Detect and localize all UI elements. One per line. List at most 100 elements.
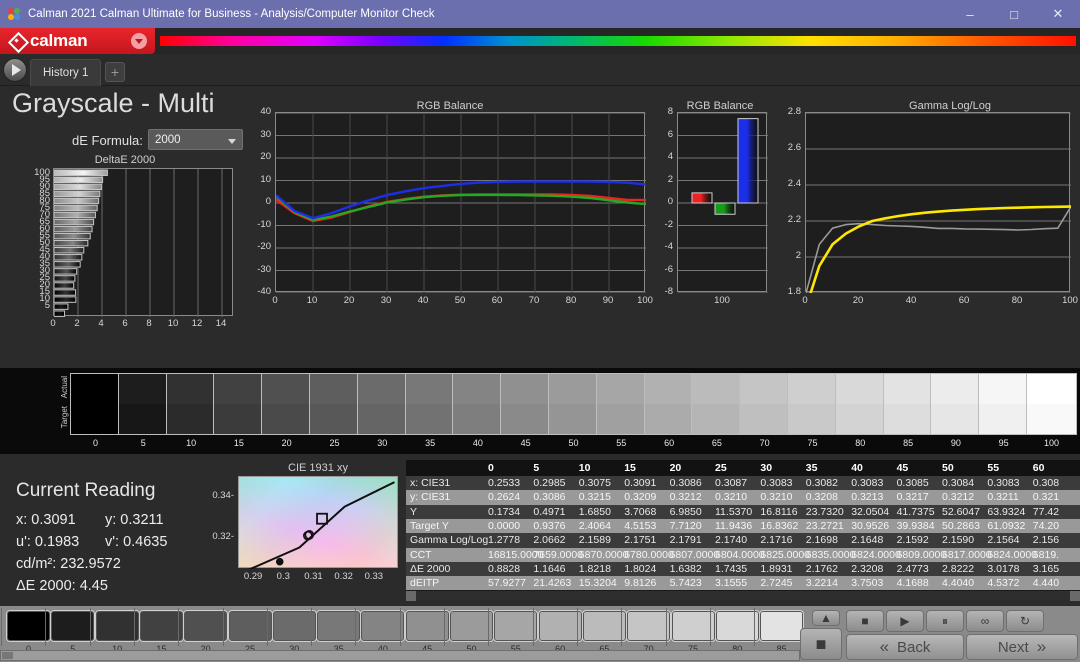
patch-button-40[interactable] [360,610,406,642]
patch-separator [266,608,268,646]
table-cell: 61.0932 [987,519,1026,532]
window-title: Calman 2021 Calman Ultimate for Business… [28,8,435,20]
patch-button-10[interactable] [94,610,140,642]
patch-button-85[interactable] [759,610,805,642]
chevron-down-icon[interactable] [131,33,147,49]
table-cell: 6825.0000 [760,548,811,561]
table-cell: 1.6382 [669,562,702,575]
deltae-xtick-0: 0 [50,318,56,329]
table-cell: 0.2985 [533,477,566,489]
patch-scrollbar[interactable] [0,650,800,661]
tab-history-1[interactable]: History 1 [30,59,102,86]
patch-button-30[interactable] [271,610,317,642]
chart-title-rgb-balance-bar: RGB Balance [686,100,754,112]
close-button[interactable]: ✕ [1036,0,1080,28]
patch-swatch-50 [548,373,599,435]
patch-button-80[interactable] [714,610,760,642]
patch-label-40: 40 [472,438,483,448]
patch-button-60[interactable] [537,610,583,642]
back-button[interactable]: « Back [846,634,964,660]
stop-button[interactable]: ■ [846,610,884,632]
table-row: CCT 16815.0000 7659.0000 6870.0000 6780.0000… [406,547,1080,563]
patch-button-35[interactable] [316,610,362,642]
readout-panel: Current Reading x: 0.3091 y: 0.3211 u': … [0,454,1080,606]
patch-separator [488,608,490,646]
stop-measure-button[interactable]: ■ [800,628,842,660]
play-arrow-icon[interactable] [3,58,27,82]
table-cell: 0.3075 [578,477,611,489]
scroll-up-button[interactable]: ▲ [812,610,840,626]
table-cell: 2.4773 [896,562,929,575]
page-title: Grayscale - Multi [12,88,215,118]
de-formula-select[interactable]: 2000 [148,129,243,150]
scroll-left-arrow[interactable] [406,591,416,601]
table-cell: 2.1751 [624,534,657,547]
loop-button[interactable]: ∞ [966,610,1004,632]
patch-button-55[interactable] [493,610,539,642]
add-tab-button[interactable]: + [105,62,125,82]
patch-separator [444,608,445,646]
patch-button-45[interactable] [404,610,450,642]
table-cell: 15.3204 [578,577,617,590]
table-cell: 1.2778 [488,534,521,547]
patch-button-5[interactable] [50,610,96,642]
chart-title-cie: CIE 1931 xy [288,462,348,474]
patch-separator [754,608,756,646]
de-formula-label: dE Formula: [72,133,143,148]
table-cell: 0.3083 [760,477,793,489]
gamma-ytick-2.4: 2.4 [787,178,801,189]
cie-xtick-0.31: 0.31 [304,571,323,582]
table-column-header-45: 45 [896,462,909,474]
table-row-label: x: CIE31 [410,477,451,489]
table-column-header-0: 0 [488,462,494,474]
table-cell: 30.9526 [851,519,890,532]
patch-button-75[interactable] [670,610,716,642]
table-horizontal-scrollbar[interactable] [406,590,1080,601]
next-button[interactable]: Next » [966,634,1078,660]
refresh-button[interactable]: ↻ [1006,610,1044,632]
current-reading-title: Current Reading [16,480,156,501]
patch-button-0[interactable] [6,610,51,642]
rgb-xtick-10: 10 [306,295,318,306]
patch-button-70[interactable] [626,610,672,642]
patch-button-50[interactable] [449,610,494,642]
table-cell: 0.321 [1032,491,1060,504]
patch-actual [405,374,455,404]
pause-button[interactable]: ⏸ [926,610,964,632]
patch-swatch-20 [261,373,313,435]
play-button[interactable]: ▶ [886,610,924,632]
scroll-right-arrow[interactable] [1070,591,1080,601]
reading-delta-e: ΔE 2000: 4.45 [16,578,108,594]
gamma-xtick-40: 40 [905,295,917,306]
patch-actual [644,374,694,404]
patch-label-20: 20 [281,438,292,448]
table-cell: 0.3212 [942,491,975,504]
patch-separator [576,608,578,646]
deltae-xtick-2: 2 [74,318,80,329]
scroll-left-arrow[interactable] [2,652,13,659]
table-cell: 2.0662 [533,534,566,547]
gamma-ytick-2: 2 [795,250,801,261]
rgb-ytick--10: -10 [257,218,271,230]
back-chevron-icon: « [879,637,890,656]
rgbbar-ytick-8: 8 [667,106,673,117]
patch-button-15[interactable] [138,610,184,642]
maximize-button[interactable]: □ [992,0,1036,28]
chart-title-deltae: DeltaE 2000 [94,154,156,166]
patch-actual [166,374,216,404]
patch-button-20[interactable] [183,610,229,642]
spectrum-gradient-bar [160,36,1076,46]
table-cell: 6824.0000 [851,548,901,561]
table-cell: 2.3208 [851,562,884,575]
gamma-xtick-0: 0 [802,295,808,306]
minimize-button[interactable]: – [948,0,992,28]
patch-swatch-85 [882,373,934,435]
table-cell: 0.3082 [805,477,838,489]
patch-button-25[interactable] [227,610,273,642]
table-cell: 4.4040 [942,577,975,590]
patch-separator [222,608,224,646]
patch-label-30: 30 [377,438,388,448]
patch-button-65[interactable] [581,610,627,642]
patch-swatch-10 [165,373,217,435]
calman-brand-menu[interactable]: calman [0,28,155,54]
